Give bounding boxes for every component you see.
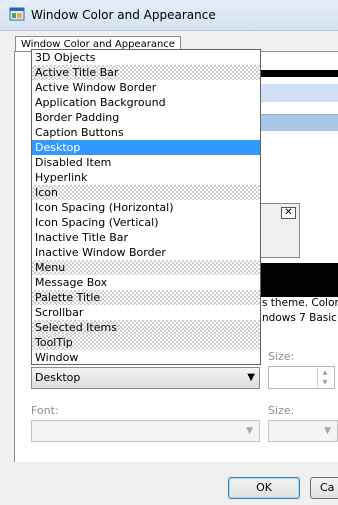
dropdown-option-3d-objects[interactable]: 3D Objects [32, 50, 260, 65]
description-line-2: ndows 7 Basic t [262, 312, 338, 324]
item-size-label: Size: [268, 350, 295, 363]
chevron-down-icon: ▼ [324, 426, 331, 436]
dropdown-option-inactive-window-border[interactable]: Inactive Window Border [32, 245, 260, 260]
item-combo-value: Desktop [35, 371, 81, 384]
dropdown-option-active-title-bar[interactable]: Active Title Bar [32, 65, 260, 80]
dropdown-option-icon[interactable]: Icon [32, 185, 260, 200]
spinner-buttons: ▲ ▼ [317, 368, 332, 387]
font-label: Font: [31, 404, 59, 417]
font-size-label: Size: [268, 404, 295, 417]
item-combo-box[interactable]: Desktop ▼ [31, 367, 260, 389]
dropdown-option-application-background[interactable]: Application Background [32, 95, 260, 110]
item-size-spinner: ▲ ▼ [268, 366, 335, 389]
dropdown-option-palette-title[interactable]: Palette Title [32, 290, 260, 305]
spin-down-icon: ▼ [322, 379, 328, 386]
dropdown-option-icon-spacing-vertical[interactable]: Icon Spacing (Vertical) [32, 215, 260, 230]
dropdown-option-selected-items[interactable]: Selected Items [32, 320, 260, 335]
preview-active-title-bar [260, 114, 338, 131]
item-dropdown-list[interactable]: 3D Objects Active Title Bar Active Windo… [31, 49, 261, 365]
spin-up-icon: ▲ [322, 369, 328, 376]
dropdown-option-icon-spacing-horizontal[interactable]: Icon Spacing (Horizontal) [32, 200, 260, 215]
dropdown-option-message-box[interactable]: Message Box [32, 275, 260, 290]
description-line-1: s theme. Color [262, 297, 338, 309]
dropdown-option-menu[interactable]: Menu [32, 260, 260, 275]
font-combo-box: ▼ [31, 420, 260, 442]
ok-button[interactable]: OK [228, 477, 300, 499]
window-color-icon [9, 7, 25, 21]
preview-message-box: ✕ [260, 203, 300, 258]
preview-inactive-title-bar [260, 84, 338, 102]
window-title: Window Color and Appearance [31, 8, 216, 22]
title-bar: Window Color and Appearance [0, 0, 338, 31]
dropdown-option-hyperlink[interactable]: Hyperlink [32, 170, 260, 185]
dropdown-option-window[interactable]: Window [32, 350, 260, 365]
dropdown-option-disabled-item[interactable]: Disabled Item [32, 155, 260, 170]
dropdown-option-inactive-title-bar[interactable]: Inactive Title Bar [32, 230, 260, 245]
appearance-preview: ✕ [260, 62, 338, 297]
chevron-down-icon: ▼ [246, 426, 253, 436]
dropdown-option-tooltip[interactable]: ToolTip [32, 335, 260, 350]
cancel-button[interactable]: Ca [310, 477, 338, 499]
close-icon: ✕ [281, 207, 296, 219]
preview-inactive-border [260, 70, 338, 77]
preview-desktop [260, 263, 338, 297]
dropdown-option-active-window-border[interactable]: Active Window Border [32, 80, 260, 95]
dropdown-option-scrollbar[interactable]: Scrollbar [32, 305, 260, 320]
chevron-down-icon[interactable]: ▼ [247, 372, 255, 383]
dropdown-option-caption-buttons[interactable]: Caption Buttons [32, 125, 260, 140]
dropdown-option-desktop[interactable]: Desktop [32, 140, 260, 155]
dropdown-option-border-padding[interactable]: Border Padding [32, 110, 260, 125]
font-size-combo-box: ▼ [268, 420, 338, 442]
